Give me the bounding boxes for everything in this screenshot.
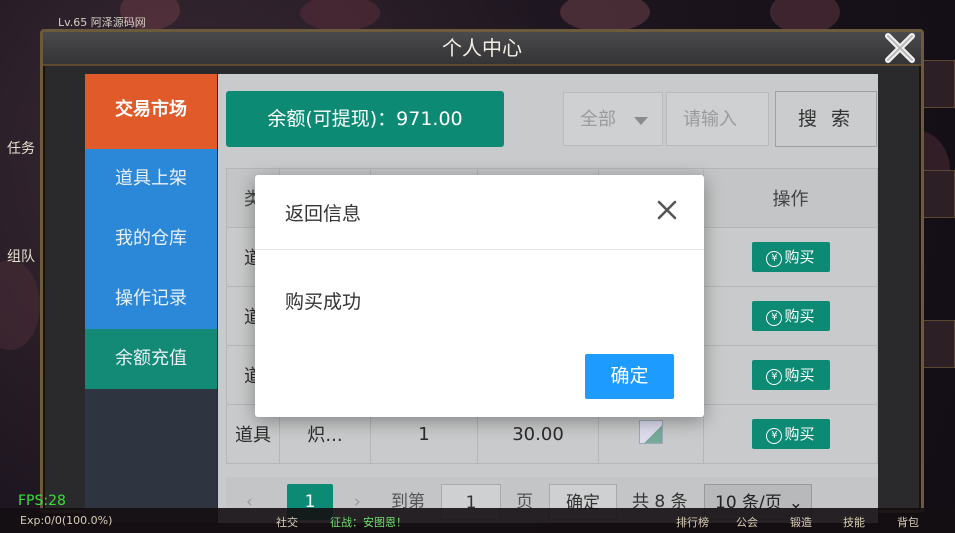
- hud-label[interactable]: 技能: [843, 514, 865, 530]
- search-input[interactable]: 请输入: [666, 92, 769, 146]
- dialog-header: 返回信息: [255, 175, 704, 250]
- sidebar-item-recharge[interactable]: 余额充值: [85, 329, 217, 389]
- sidebar-item-records[interactable]: 操作记录: [85, 269, 217, 329]
- dialog-message: 购买成功: [285, 291, 362, 313]
- action-cell: ¥ 购买: [703, 404, 878, 464]
- exp-readout: Exp:0/0(100.0%): [20, 514, 113, 527]
- fps-counter: FPS:28: [18, 493, 66, 509]
- buy-button[interactable]: ¥ 购买: [751, 419, 830, 449]
- hud-side-slot[interactable]: [919, 170, 955, 218]
- sidebar-item-list-item[interactable]: 道具上架: [85, 149, 217, 209]
- broken-image-icon: [639, 419, 663, 444]
- sidebar-item-warehouse[interactable]: 我的仓库: [85, 209, 217, 269]
- buy-button[interactable]: ¥ 购买: [751, 360, 830, 390]
- close-icon[interactable]: [883, 31, 917, 65]
- window-title: 个人中心: [43, 32, 921, 66]
- result-dialog: 返回信息 购买成功 确定: [255, 175, 704, 417]
- buy-button[interactable]: ¥ 购买: [751, 242, 830, 272]
- search-button[interactable]: 搜 索: [775, 91, 877, 147]
- sidebar: 交易市场 道具上架 我的仓库 操作记录 余额充值: [85, 74, 217, 523]
- yen-icon: ¥: [766, 428, 783, 444]
- action-cell: ¥ 购买: [703, 227, 878, 287]
- yen-icon: ¥: [766, 310, 783, 326]
- table-header: 操作: [703, 168, 878, 228]
- buy-button[interactable]: ¥ 购买: [751, 301, 830, 331]
- team-button[interactable]: 组队: [6, 248, 36, 266]
- hud-label[interactable]: 锻造: [790, 514, 812, 530]
- hud-label[interactable]: 社交: [276, 514, 298, 530]
- quest-button[interactable]: 任务: [6, 140, 36, 158]
- hud-label[interactable]: 征战：安图恩！: [330, 514, 407, 530]
- yen-icon: ¥: [766, 369, 783, 385]
- close-icon[interactable]: [654, 197, 680, 223]
- confirm-button[interactable]: 确定: [585, 354, 674, 399]
- player-level-text: Lv.65 阿泽源码网: [58, 16, 146, 29]
- hud-side-slot[interactable]: [919, 60, 955, 108]
- hud-label[interactable]: 背包: [897, 514, 919, 530]
- balance-button[interactable]: 余额(可提现)：971.00: [226, 91, 504, 147]
- game-bottom-bar: Exp:0/0(100.0%) 社交 征战：安图恩！ 排行榜 公会 锻造 技能 …: [0, 508, 955, 533]
- hud-label[interactable]: 排行榜: [676, 514, 709, 530]
- filter-value: 全部: [580, 109, 616, 130]
- caret-down-icon: [634, 117, 648, 125]
- hud-label[interactable]: 公会: [736, 514, 758, 530]
- hud-side-slot[interactable]: [919, 320, 955, 368]
- dialog-title: 返回信息: [285, 203, 362, 225]
- action-cell: ¥ 购买: [703, 286, 878, 346]
- action-cell: ¥ 购买: [703, 345, 878, 405]
- category-filter-select[interactable]: 全部: [563, 92, 663, 146]
- yen-icon: ¥: [766, 251, 783, 267]
- sidebar-item-market[interactable]: 交易市场: [85, 74, 217, 149]
